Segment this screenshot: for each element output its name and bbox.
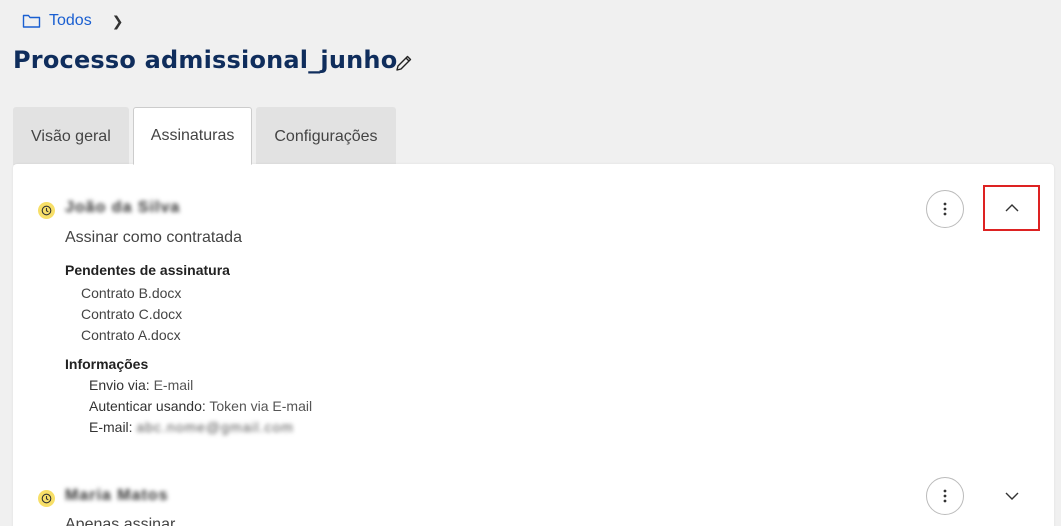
document-item: Contrato B.docx — [81, 285, 182, 301]
signer-role: Assinar como contratada — [65, 229, 242, 246]
chevron-down-icon — [1005, 492, 1018, 500]
info-section-title: Informações — [65, 356, 149, 372]
clock-icon — [38, 202, 55, 219]
document-item: Contrato C.docx — [81, 306, 183, 322]
folder-icon — [22, 14, 41, 28]
tab-settings[interactable]: Configurações — [256, 107, 396, 165]
chevron-right-icon: ❯ — [111, 12, 124, 29]
collapse-button[interactable] — [983, 185, 1040, 231]
signer-name: João da Silva — [65, 199, 181, 216]
tab-overview[interactable]: Visão geral — [13, 107, 129, 165]
breadcrumb: Todos ❯ — [22, 12, 123, 30]
send-via-value: E-mail — [153, 377, 194, 393]
email-value: abc.nome@gmail.com — [136, 419, 294, 435]
email-label: E-mail: — [89, 419, 133, 435]
more-options-button[interactable] — [926, 190, 964, 228]
tab-bar: Visão geral Assinaturas Configurações — [13, 107, 396, 165]
auth-label: Autenticar usando: — [89, 398, 206, 414]
send-via-row: Envio via: E-mail — [89, 377, 193, 393]
page-title: Processo admissional_junho — [13, 46, 398, 74]
auth-value: Token via E-mail — [209, 398, 313, 414]
signer-role: Apenas assinar — [65, 516, 176, 526]
clock-icon — [38, 490, 55, 507]
email-row: E-mail: abc.nome@gmail.com — [89, 419, 294, 435]
signatures-panel: João da Silva Assinar como contratada Pe… — [13, 164, 1054, 526]
pending-section-title: Pendentes de assinatura — [65, 262, 230, 278]
expand-button[interactable] — [983, 473, 1040, 519]
chevron-up-icon — [1005, 204, 1018, 212]
tab-signatures[interactable]: Assinaturas — [132, 107, 253, 165]
more-options-button[interactable] — [926, 477, 964, 515]
breadcrumb-root-link[interactable]: Todos — [49, 12, 92, 30]
pencil-edit-icon[interactable] — [394, 53, 414, 73]
send-via-label: Envio via: — [89, 377, 150, 393]
auth-row: Autenticar usando: Token via E-mail — [89, 398, 312, 414]
document-item: Contrato A.docx — [81, 327, 181, 343]
signer-name: Maria Matos — [65, 487, 169, 504]
